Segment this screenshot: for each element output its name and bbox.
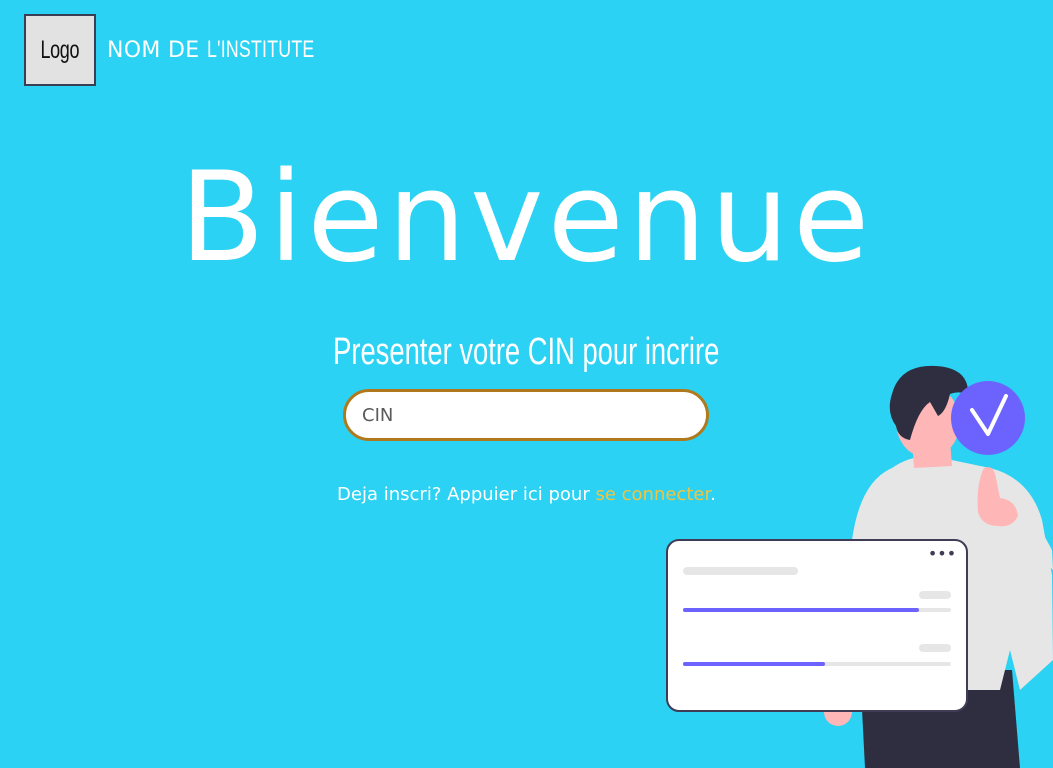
page-title: Bienvenue <box>179 146 874 290</box>
browser-card <box>666 539 968 712</box>
login-prompt-text: Deja inscri? Appuier ici pour <box>337 484 590 505</box>
progress-fill-2 <box>683 662 825 666</box>
cin-input[interactable] <box>343 389 709 441</box>
check-badge <box>951 381 1025 455</box>
card-small-bar-2 <box>919 644 951 652</box>
card-small-bar-1 <box>919 591 951 599</box>
logo-label: Logo <box>40 35 80 64</box>
institute-name-suffix: L'INSTITUTE <box>206 36 315 63</box>
institute-name: NOM DE L'INSTITUTE <box>107 36 352 64</box>
person-illustration: ••• <box>666 365 1053 768</box>
card-heading-bar <box>683 567 798 575</box>
logo[interactable]: Logo <box>24 14 96 86</box>
progress-fill-1 <box>683 608 919 612</box>
institute-name-prefix: NOM DE <box>107 38 200 63</box>
more-dots-icon: ••• <box>928 544 956 563</box>
